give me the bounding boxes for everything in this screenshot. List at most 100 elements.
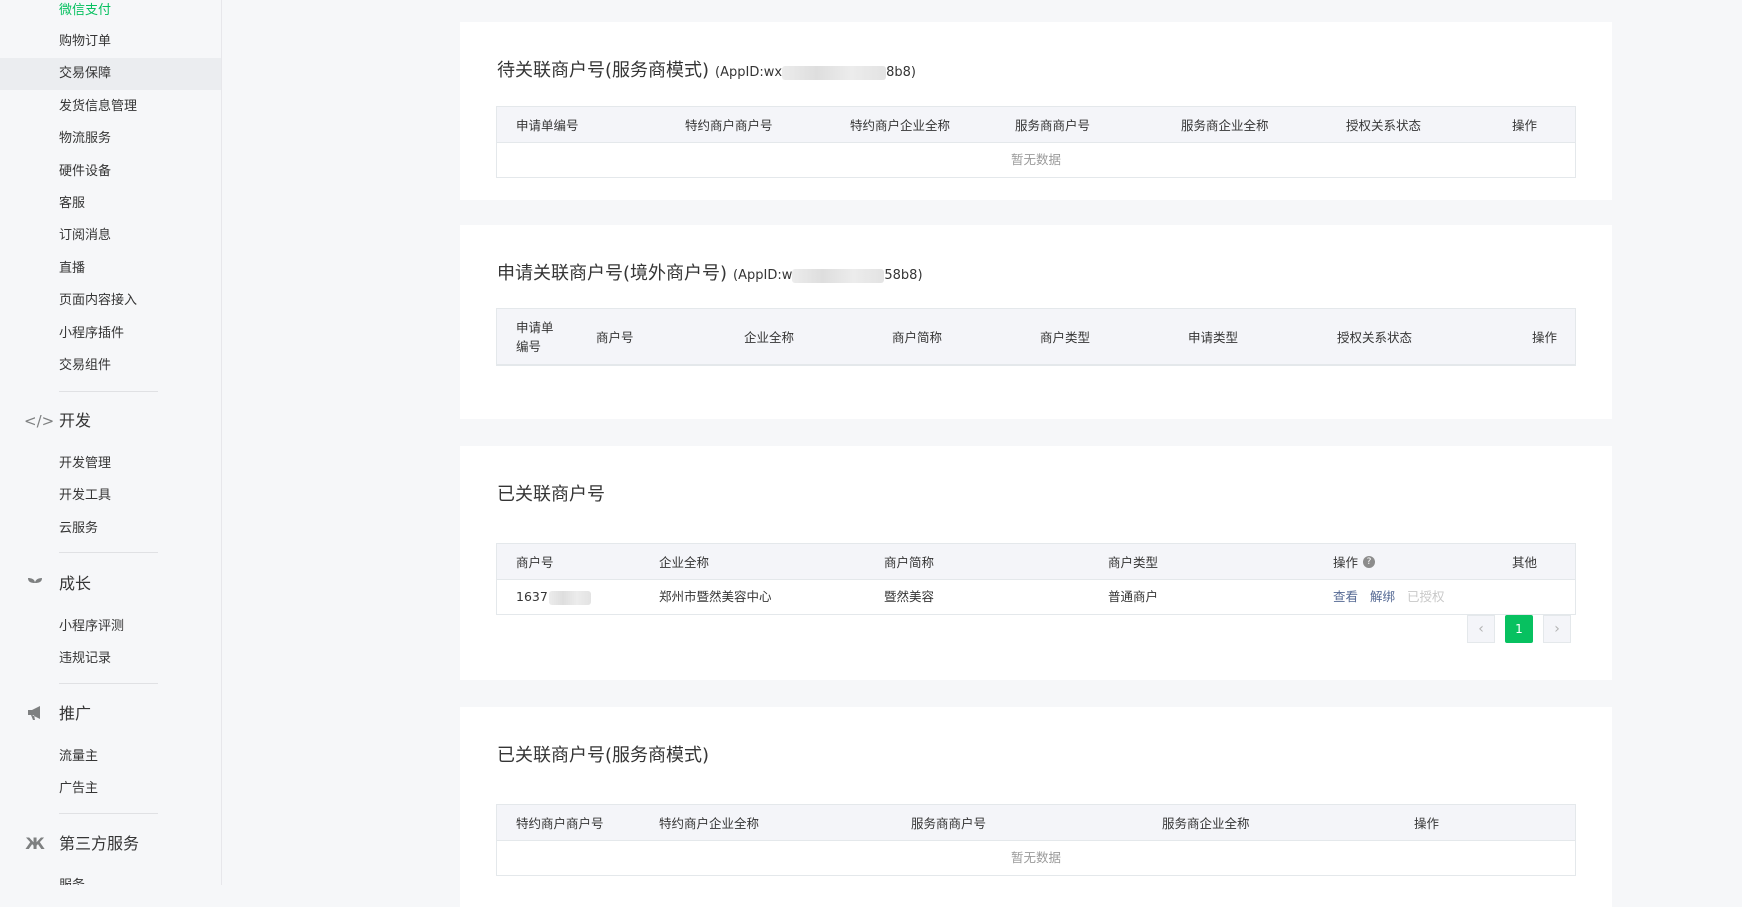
sidebar-item-plugins[interactable]: 小程序插件 [0, 318, 221, 350]
sidebar-item-wechat-pay[interactable]: 微信支付 [0, 0, 221, 27]
empty-state: 暂无数据 [1010, 850, 1061, 865]
table-header: 申请单编号 特约商户商户号 特约商户企业全称 服务商商户号 服务商企业全称 授权… [497, 107, 1575, 143]
table-header: 特约商户商户号 特约商户企业全称 服务商商户号 服务商企业全称 操作 [497, 805, 1575, 841]
sidebar-item-traffic-owner[interactable]: 流量主 [0, 741, 221, 773]
column-header: 申请单编号 [516, 118, 579, 133]
column-header: 操作 [1512, 118, 1538, 133]
column-header: 商户号 [516, 555, 554, 570]
pending-merchant-panel: 待关联商户号(服务商模式) (AppID:wx 8b8) 申请单编号 特约商户商户号… [460, 22, 1612, 200]
column-header: 商户号 [596, 330, 634, 345]
sidebar-item-logistics[interactable]: 物流服务 [0, 123, 221, 155]
sidebar-item-dev-management[interactable]: 开发管理 [0, 448, 221, 480]
company-cell: 郑州市暨然美容中心 [659, 589, 772, 604]
column-header: 服务商企业全称 [1162, 816, 1250, 831]
table-header: 申请单 编号 商户号 企业全称 商户简称 商户类型 申请类型 授权关系状态 操作 [497, 309, 1575, 365]
appid-redacted [792, 268, 885, 283]
appid-prefix: (AppID:w [733, 268, 793, 283]
linked-service-merchant-panel: 已关联商户号(服务商模式) 特约商户商户号 特约商户企业全称 服务商商户号 服务… [460, 707, 1612, 907]
column-header: 企业全称 [659, 555, 710, 570]
sidebar-item-violations[interactable]: 违规记录 [0, 643, 221, 675]
sidebar-item-customer-service[interactable]: 客服 [0, 188, 221, 220]
sidebar-group-label: 成长 [59, 574, 92, 593]
column-header: 服务商企业全称 [1181, 118, 1269, 133]
column-header: 操作 [1532, 330, 1558, 345]
column-header: 特约商户商户号 [685, 118, 773, 133]
appid-suffix: 8b8) [886, 65, 916, 80]
appid-redacted [782, 65, 887, 80]
sidebar-group-third-party[interactable]: Ж 第三方服务 [0, 826, 221, 862]
sprout-icon [24, 575, 46, 593]
third-party-icon: Ж [25, 834, 45, 853]
column-header: 特约商户企业全称 [850, 118, 951, 133]
sidebar-divider [59, 552, 158, 553]
appid-suffix: 58b8) [884, 268, 923, 283]
panel-title-text: 待关联商户号(服务商模式) [497, 60, 710, 81]
prev-page-button[interactable]: ‹ [1467, 615, 1495, 643]
sidebar-group-label: 推广 [59, 704, 92, 723]
authorized-label: 已授权 [1407, 589, 1445, 604]
sidebar-item-live[interactable]: 直播 [0, 253, 221, 285]
sidebar-item-subscribe-messages[interactable]: 订阅消息 [0, 220, 221, 252]
unbind-link[interactable]: 解绑 [1370, 589, 1395, 604]
sidebar-item-evaluation[interactable]: 小程序评测 [0, 611, 221, 643]
sidebar-item-shipping-info[interactable]: 发货信息管理 [0, 91, 221, 123]
help-icon[interactable]: ? [1363, 555, 1376, 568]
column-header: 特约商户商户号 [516, 816, 604, 831]
linked-merchant-panel: 已关联商户号 商户号 企业全称 商户简称 商户类型 操作? 其他 1637 郑州… [460, 446, 1612, 680]
sidebar-group-label: 开发 [59, 411, 92, 430]
column-header: 商户类型 [1108, 555, 1159, 570]
appid-label: (AppID:wx 8b8) [715, 65, 916, 80]
megaphone-icon [24, 705, 46, 723]
sidebar-item-trade-guarantee[interactable]: 交易保障 [0, 58, 221, 90]
sidebar-group-develop[interactable]: </> 开发 [0, 403, 221, 439]
column-header: 申请类型 [1188, 330, 1239, 345]
actions-cell: 查看 解绑 已授权 [1333, 580, 1445, 614]
sidebar-divider [59, 683, 158, 684]
overseas-merchant-panel: 申请关联商户号(境外商户号) (AppID:w 58b8) 申请单 编号 商户号 企… [460, 225, 1612, 419]
sidebar-group-promotion[interactable]: 推广 [0, 696, 221, 732]
table-row: 1637 郑州市暨然美容中心 暨然美容 普通商户 查看 解绑 已授权 [497, 580, 1575, 614]
merchant-id-redacted [548, 590, 591, 605]
table-header: 商户号 企业全称 商户简称 商户类型 操作? 其他 [497, 544, 1575, 580]
panel-title: 已关联商户号(服务商模式) [497, 745, 710, 766]
column-header: 商户简称 [892, 330, 943, 345]
column-header: 操作 [1414, 816, 1440, 831]
column-header-text: 操作 [1333, 555, 1359, 570]
sidebar-item-trade-components[interactable]: 交易组件 [0, 350, 221, 382]
pending-merchant-table: 申请单编号 特约商户商户号 特约商户企业全称 服务商商户号 服务商企业全称 授权… [496, 106, 1576, 178]
column-header: 申请单 编号 [516, 319, 554, 354]
column-header: 服务商商户号 [911, 816, 987, 831]
column-header: 操作? [1333, 544, 1376, 579]
column-header: 授权关系状态 [1346, 118, 1422, 133]
overseas-merchant-table: 申请单 编号 商户号 企业全称 商户简称 商户类型 申请类型 授权关系状态 操作 [496, 308, 1576, 366]
panel-title: 待关联商户号(服务商模式) (AppID:wx 8b8) [497, 56, 916, 82]
page-1-button[interactable]: 1 [1505, 615, 1533, 643]
sidebar-item-dev-tools[interactable]: 开发工具 [0, 480, 221, 512]
sidebar-item-hardware[interactable]: 硬件设备 [0, 156, 221, 188]
sidebar-item-services[interactable]: 服务 [0, 870, 221, 885]
sidebar-item-shopping-orders[interactable]: 购物订单 [0, 26, 221, 58]
sidebar-group-label: 第三方服务 [59, 834, 140, 853]
sidebar-group-growth[interactable]: 成长 [0, 566, 221, 602]
sidebar-item-advertiser[interactable]: 广告主 [0, 773, 221, 805]
linked-service-merchant-table: 特约商户商户号 特约商户企业全称 服务商商户号 服务商企业全称 操作 暂无数据 [496, 804, 1576, 876]
column-header: 服务商商户号 [1015, 118, 1091, 133]
merchant-id: 1637 [516, 589, 548, 604]
panel-title: 申请关联商户号(境外商户号) (AppID:w 58b8) [497, 259, 923, 285]
linked-merchant-table: 商户号 企业全称 商户简称 商户类型 操作? 其他 1637 郑州市暨然美容中心… [496, 543, 1576, 615]
sidebar: 微信支付 购物订单 交易保障 发货信息管理 物流服务 硬件设备 客服 订阅消息 … [0, 0, 222, 885]
next-page-button[interactable]: › [1543, 615, 1571, 643]
sidebar-item-cloud[interactable]: 云服务 [0, 513, 221, 545]
panel-title: 已关联商户号 [497, 484, 605, 505]
merchant-id-cell: 1637 [516, 580, 591, 614]
merchant-type-cell: 普通商户 [1108, 589, 1159, 604]
sidebar-divider [59, 813, 158, 814]
column-header: 企业全称 [744, 330, 795, 345]
view-link[interactable]: 查看 [1333, 589, 1358, 604]
panel-title-text: 申请关联商户号(境外商户号) [497, 263, 728, 284]
appid-label: (AppID:w 58b8) [733, 268, 922, 283]
sidebar-item-page-content[interactable]: 页面内容接入 [0, 285, 221, 317]
code-icon: </> [24, 412, 55, 430]
column-header: 商户简称 [884, 555, 935, 570]
column-header: 授权关系状态 [1337, 330, 1413, 345]
